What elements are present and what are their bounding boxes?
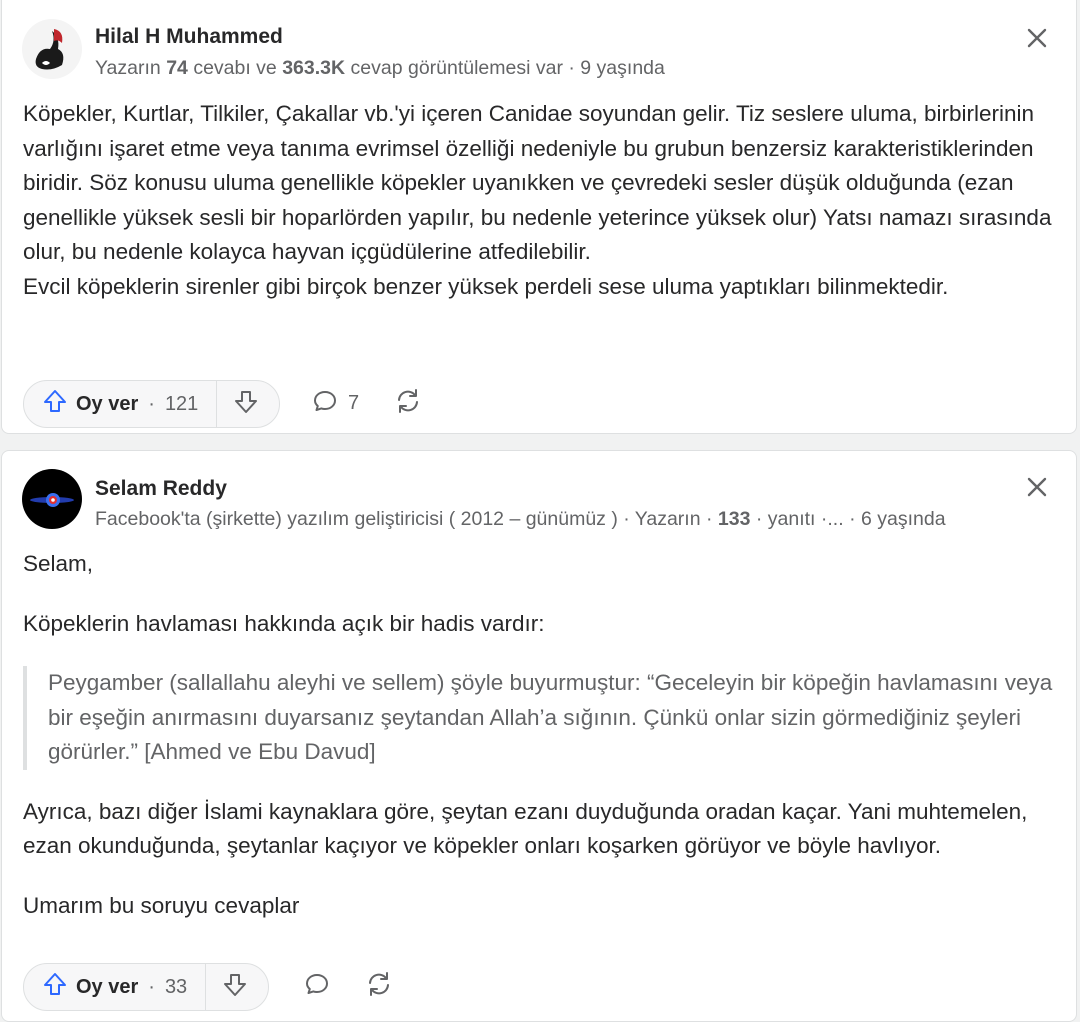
meta-mid: cevabı ve [193, 57, 277, 79]
views-count: 363.3K [282, 57, 346, 79]
meta-suffix: cevap görüntülemesi var · 9 yaşında [350, 57, 665, 79]
upvote-button[interactable]: Oy ver · 121 [24, 381, 218, 427]
greeting: Selam, [23, 551, 94, 576]
comment-icon [304, 971, 330, 1002]
answer-card: Selam Reddy Facebook'ta (şirkette) yazıl… [1, 450, 1077, 1022]
upvote-label: Oy ver [76, 975, 139, 998]
answers-count: 74 [166, 57, 188, 79]
share-reshare-icon [364, 969, 394, 1004]
paragraph: Evcil köpeklerin sirenler gibi birçok be… [23, 273, 949, 299]
vote-pill: Oy ver · 33 [23, 963, 270, 1011]
author-avatar[interactable] [22, 19, 82, 79]
close-icon[interactable] [1022, 23, 1052, 53]
meta-prefix: Yazarın [95, 57, 161, 79]
answer-body: Selam, Köpeklerin havlaması hakkında açı… [23, 547, 1058, 923]
upvote-label: Oy ver [76, 392, 139, 415]
downvote-arrow-icon [233, 389, 259, 420]
upvote-count: 33 [164, 975, 188, 998]
author-name[interactable]: Hilal H Muhammed [95, 25, 283, 49]
author-meta: Facebook'ta (şirkette) yazılım geliştiri… [95, 508, 946, 531]
author-name[interactable]: Selam Reddy [95, 477, 227, 501]
paragraph: Köpeklerin havlaması hakkında açık bir h… [23, 610, 545, 636]
upvote-count: 121 [164, 392, 199, 415]
comment-count: 7 [348, 391, 360, 414]
share-reshare-icon [393, 386, 423, 421]
paragraph: Ayrıca, bazı diğer İslami kaynaklara gör… [23, 798, 1028, 859]
answers-count: 133 [717, 508, 751, 530]
comment-icon [312, 388, 338, 419]
answer-card: Hilal H Muhammed Yazarın 74 cevabı ve 36… [1, 0, 1077, 434]
meta-age: · 6 yaşında [849, 508, 946, 530]
blockquote: Peygamber (sallallahu aleyhi ve sellem) … [23, 666, 1058, 770]
meta-suffix: · yanıtı ·... [755, 508, 844, 530]
comment-button[interactable] [304, 963, 330, 1009]
comment-button[interactable]: 7 [312, 380, 359, 426]
share-button[interactable] [364, 963, 394, 1009]
answer-body: Köpekler, Kurtlar, Tilkiler, Çakallar vb… [23, 97, 1058, 304]
author-avatar[interactable] [22, 469, 82, 529]
downvote-button[interactable] [206, 964, 268, 1010]
author-credential[interactable]: Facebook'ta (şirkette) yazılım geliştiri… [95, 508, 712, 530]
upvote-arrow-icon [42, 971, 68, 1003]
closing: Umarım bu soruyu cevaplar [23, 892, 300, 918]
downvote-arrow-icon [222, 972, 248, 1003]
separator: · [148, 975, 155, 998]
downvote-button[interactable] [217, 381, 279, 427]
author-meta: Yazarın 74 cevabı ve 363.3K cevap görünt… [95, 57, 665, 80]
close-icon[interactable] [1022, 472, 1052, 502]
upvote-button[interactable]: Oy ver · 33 [24, 964, 207, 1010]
separator: · [148, 392, 155, 415]
upvote-arrow-icon [42, 388, 68, 420]
share-button[interactable] [393, 380, 423, 426]
paragraph: Köpekler, Kurtlar, Tilkiler, Çakallar vb… [23, 101, 1052, 264]
vote-pill: Oy ver · 121 [23, 380, 281, 428]
